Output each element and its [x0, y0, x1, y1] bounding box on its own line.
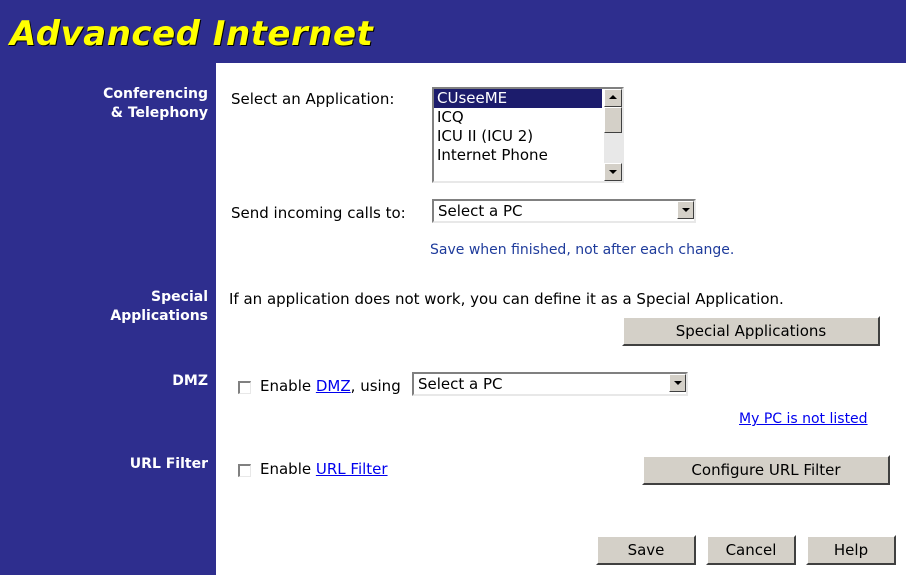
dmz-pc-select[interactable]: Select a PC [412, 372, 688, 396]
header-bar: Advanced Internet [0, 0, 906, 63]
sidebar-label-conferencing: Conferencing & Telephony [103, 85, 208, 123]
dmz-dropdown-button[interactable] [669, 374, 686, 392]
not-listed-wrapper: My PC is not listed [739, 411, 868, 427]
dmz-enable-prefix: Enable [260, 377, 316, 395]
application-list-item[interactable]: ICU II (ICU 2) [434, 127, 602, 146]
url-filter-enable-checkbox[interactable] [238, 464, 251, 477]
sidebar-label-conferencing-line1: Conferencing [103, 86, 208, 102]
application-list-scrollbar[interactable] [604, 89, 622, 181]
scroll-up-button[interactable] [604, 89, 622, 107]
sidebar: Conferencing & Telephony Special Applica… [0, 63, 216, 575]
sidebar-label-url-filter: URL Filter [129, 456, 208, 472]
save-button[interactable]: Save [596, 535, 696, 565]
special-description: If an application does not work, you can… [229, 290, 784, 308]
chevron-down-icon [682, 208, 690, 212]
application-list-item[interactable]: ICQ [434, 108, 602, 127]
sidebar-label-special-line2: Applications [110, 308, 208, 324]
pc-not-listed-link[interactable]: My PC is not listed [739, 411, 868, 427]
scroll-up-icon [609, 95, 617, 99]
send-calls-dropdown-button[interactable] [677, 201, 694, 219]
scroll-thumb[interactable] [604, 107, 622, 133]
special-applications-button[interactable]: Special Applications [622, 316, 880, 346]
dmz-enable-checkbox[interactable] [238, 381, 251, 394]
dmz-enable-text: Enable DMZ, using [260, 377, 401, 395]
select-application-label: Select an Application: [231, 90, 395, 108]
url-filter-enable-prefix: Enable [260, 460, 316, 478]
scroll-down-icon [609, 170, 617, 174]
advanced-internet-page: Advanced Internet Conferencing & Telepho… [0, 0, 906, 575]
send-calls-label: Send incoming calls to: [231, 204, 406, 222]
sidebar-label-special: Special Applications [110, 288, 208, 326]
sidebar-label-conferencing-line2: & Telephony [110, 105, 208, 121]
dmz-link[interactable]: DMZ [316, 377, 351, 395]
application-listbox[interactable]: CUseeME ICQ ICU II (ICU 2) Internet Phone [432, 87, 624, 183]
url-filter-enable-text: Enable URL Filter [260, 460, 388, 478]
page-title: Advanced Internet [10, 14, 374, 54]
sidebar-label-dmz: DMZ [172, 373, 208, 389]
save-note: Save when finished, not after each chang… [430, 242, 735, 258]
configure-url-filter-button[interactable]: Configure URL Filter [642, 455, 890, 485]
send-calls-select[interactable]: Select a PC [432, 199, 696, 223]
application-list-item[interactable]: Internet Phone [434, 146, 602, 165]
chevron-down-icon [674, 381, 682, 385]
sidebar-label-special-line1: Special [151, 289, 208, 305]
dmz-using-text: , using [350, 377, 401, 395]
application-list: CUseeME ICQ ICU II (ICU 2) Internet Phone [434, 89, 602, 181]
cancel-button[interactable]: Cancel [706, 535, 796, 565]
dmz-pc-select-value: Select a PC [418, 375, 503, 393]
send-calls-select-value: Select a PC [438, 202, 523, 220]
scroll-down-button[interactable] [604, 163, 622, 181]
url-filter-link[interactable]: URL Filter [316, 460, 388, 478]
application-list-item[interactable]: CUseeME [434, 89, 602, 108]
help-button[interactable]: Help [806, 535, 896, 565]
